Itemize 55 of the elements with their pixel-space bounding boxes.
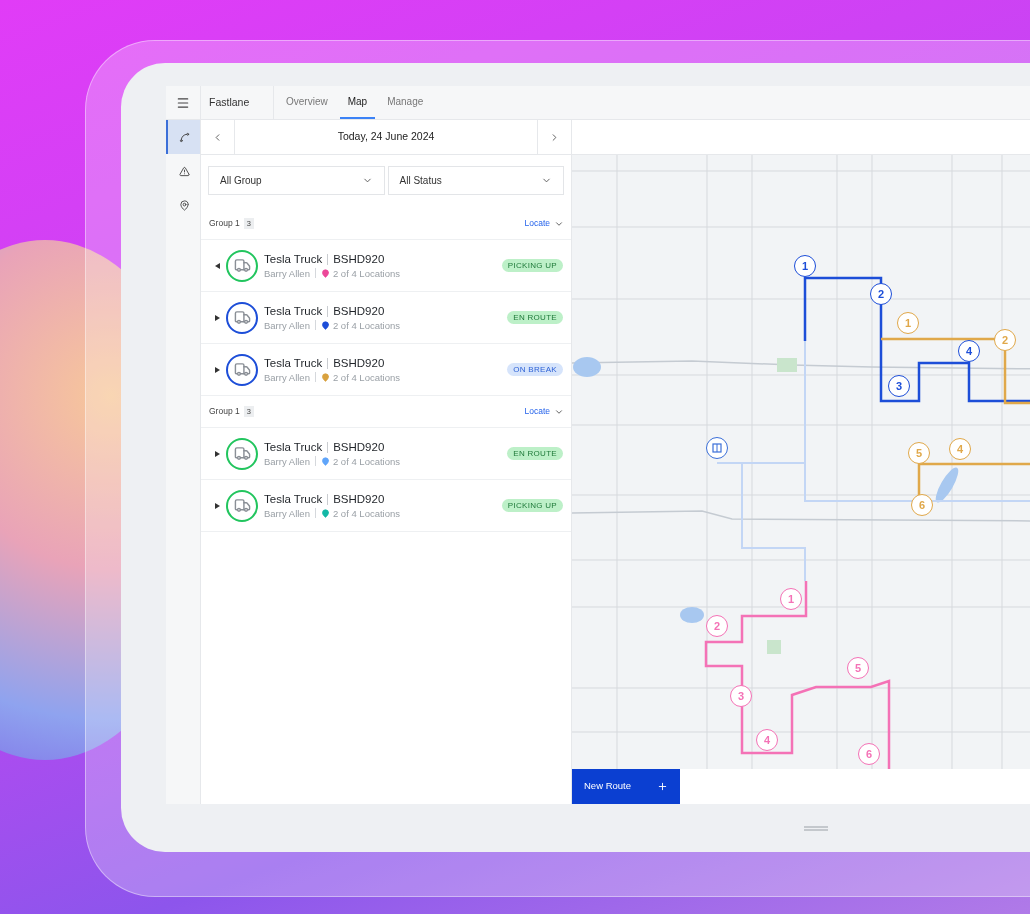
status-badge: ON BREAK [507,363,563,376]
truck-icon [233,361,251,378]
caret-icon[interactable] [215,502,220,509]
menu-icon[interactable] [176,95,190,110]
vehicle-name: Tesla Truck [264,355,323,371]
filter-dropdown[interactable]: All Status [387,166,564,195]
vehicle-name: Tesla Truck [264,491,323,507]
vehicle-plate: BSHD920 [333,439,385,455]
vehicle-plate: BSHD920 [333,251,385,267]
vehicle-name: Tesla Truck [264,303,323,319]
status-badge: PICKING UP [501,499,563,512]
group-name: Group 1 [209,405,240,418]
location-count: 2 of 4 Locations [332,370,400,384]
driver-name: Barry Allen [264,318,310,332]
nav-tab[interactable]: Manage [379,85,432,119]
caret-icon[interactable] [215,314,220,321]
status-badge: EN ROUTE [507,447,563,460]
status-badge: EN ROUTE [507,311,563,324]
handle-icon [804,826,828,831]
plus-icon [657,781,668,792]
nav-tab[interactable]: Map [339,85,376,119]
location-count: 2 of 4 Locations [332,506,400,520]
truck-icon [233,445,251,462]
location-count: 2 of 4 Locations [332,454,400,468]
vehicle-plate: BSHD920 [333,355,385,371]
nav-tab[interactable]: Overview [278,85,336,119]
building-icon [712,443,722,453]
locate-link[interactable]: Locate [524,405,550,418]
vehicle-plate: BSHD920 [333,303,385,319]
driver-name: Barry Allen [264,506,310,520]
location-icon [178,199,190,211]
vehicle-name: Tesla Truck [264,251,323,267]
driver-name: Barry Allen [264,266,310,280]
location-count: 2 of 4 Locations [332,266,400,280]
truck-icon [233,309,251,326]
alert-icon [178,165,190,177]
caret-icon[interactable] [215,450,220,457]
group-name: Group 1 [209,217,240,230]
location-count: 2 of 4 Locations [332,318,400,332]
route-icon [178,131,190,143]
date-label: Today, 24 June 2024 [337,129,435,145]
locate-link[interactable]: Locate [524,217,550,230]
app-title: Fastlane [209,94,250,110]
status-badge: PICKING UP [501,259,563,272]
vehicle-plate: BSHD920 [333,491,385,507]
vehicle-name: Tesla Truck [264,439,323,455]
filter-dropdown[interactable]: All Group [208,166,385,195]
rail-button[interactable] [166,120,200,154]
truck-icon [233,497,251,514]
caret-icon[interactable] [215,262,220,269]
caret-icon[interactable] [215,366,220,373]
truck-icon [233,257,251,274]
driver-name: Barry Allen [264,370,310,384]
driver-name: Barry Allen [264,454,310,468]
new-route-button[interactable]: New Route [572,769,680,804]
